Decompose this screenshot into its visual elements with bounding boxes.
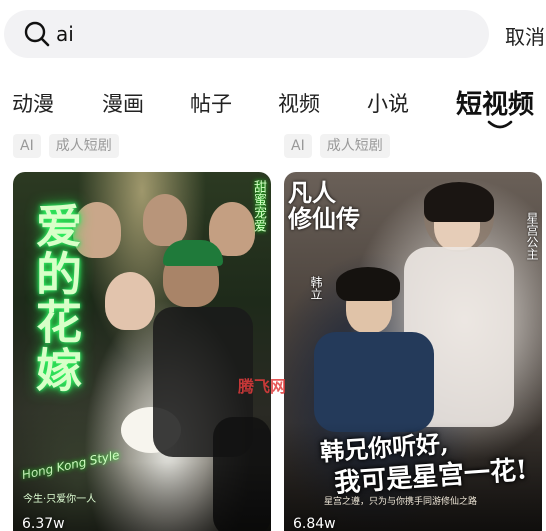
tab-videos[interactable]: 视频 [278,88,320,118]
tag-category: 成人短剧 [48,134,119,158]
search-icon[interactable] [24,21,50,47]
video-card-cultivation[interactable]: 凡人 修仙传 韩立 星宫公主 韩兄你听好, 我可是星宫一花! 星宫之遵，只为与你… [284,172,542,531]
active-tab-indicator [487,120,513,129]
tab-short-videos[interactable]: 短视频 [456,84,534,121]
cover-title: 凡人 修仙传 [288,178,360,233]
card-tags-left: AI 成人短剧 [13,134,119,158]
view-count: 6.84w [293,516,336,531]
cancel-button[interactable]: 取消 [505,21,545,50]
tag-category: 成人短剧 [319,134,390,158]
watermark: 腾飞网 [238,377,287,396]
cover-green-cap [163,240,223,266]
search-input[interactable] [56,22,436,46]
cover-name-right: 星宫公主 [525,212,539,260]
cover-figure [105,272,155,330]
tab-comics[interactable]: 漫画 [102,88,144,118]
card-tags-right: AI 成人短剧 [284,134,390,158]
tag-ai: AI [13,134,41,158]
cover-hair [336,267,400,301]
tab-anime[interactable]: 动漫 [12,88,54,118]
cover-subtitle: 今生·只爱你一人 [23,494,97,505]
cover-figure [143,194,187,246]
search-box[interactable] [4,10,489,58]
cover-name-left: 韩立 [309,276,323,300]
category-tabs: 动漫 漫画 帖子 视频 小说 短视频 [0,84,546,132]
tab-novels[interactable]: 小说 [367,88,409,118]
cover-badge: 甜蜜宠爱 [251,180,266,232]
cover-hair [424,182,494,222]
cover-robe [314,332,434,432]
cover-caption: 星宫之遵，只为与你携手同游修仙之路 [324,497,478,507]
cover-title: 爱的花嫁 [29,202,83,394]
view-count: 6.37w [22,516,65,531]
tab-posts[interactable]: 帖子 [190,88,232,118]
search-row: 取消 [0,10,546,58]
tag-ai: AI [284,134,312,158]
video-card-wedding[interactable]: 爱的花嫁 甜蜜宠爱 Hong Kong Style 今生·只爱你一人 6.37w [13,172,271,531]
